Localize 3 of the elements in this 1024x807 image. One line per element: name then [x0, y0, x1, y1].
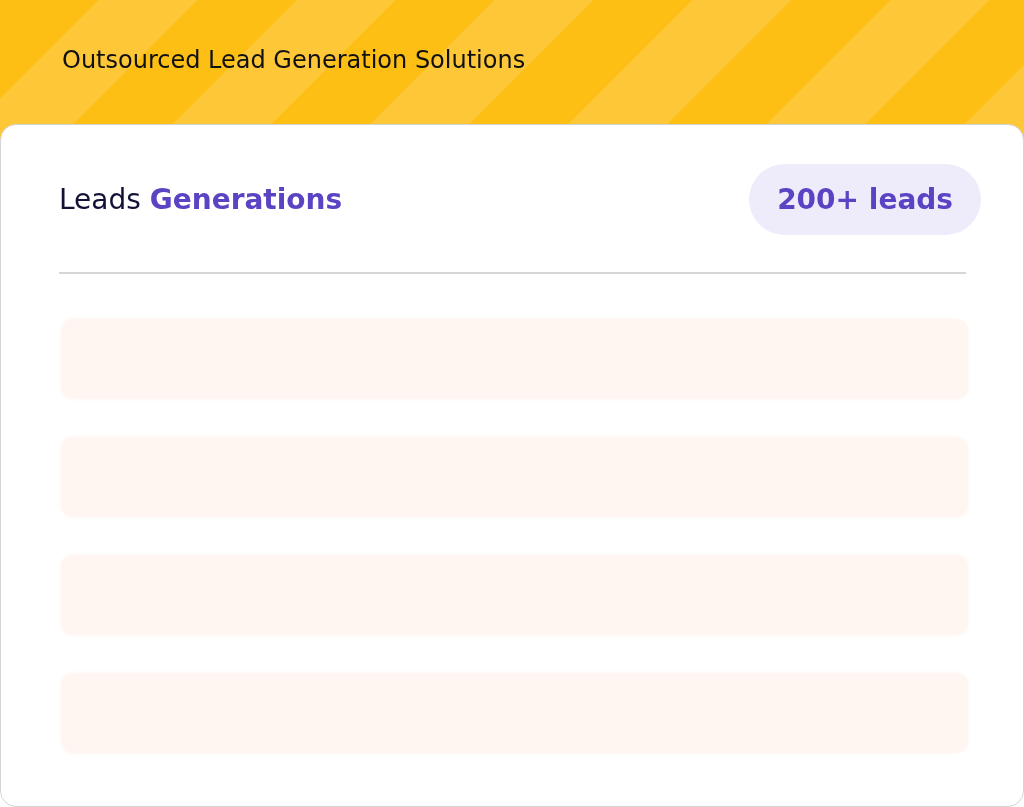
banner-title: Outsourced Lead Generation Solutions	[62, 46, 527, 74]
leads-count-badge: 200+ leads	[749, 164, 981, 235]
card-heading: Leads Generations	[59, 183, 343, 216]
